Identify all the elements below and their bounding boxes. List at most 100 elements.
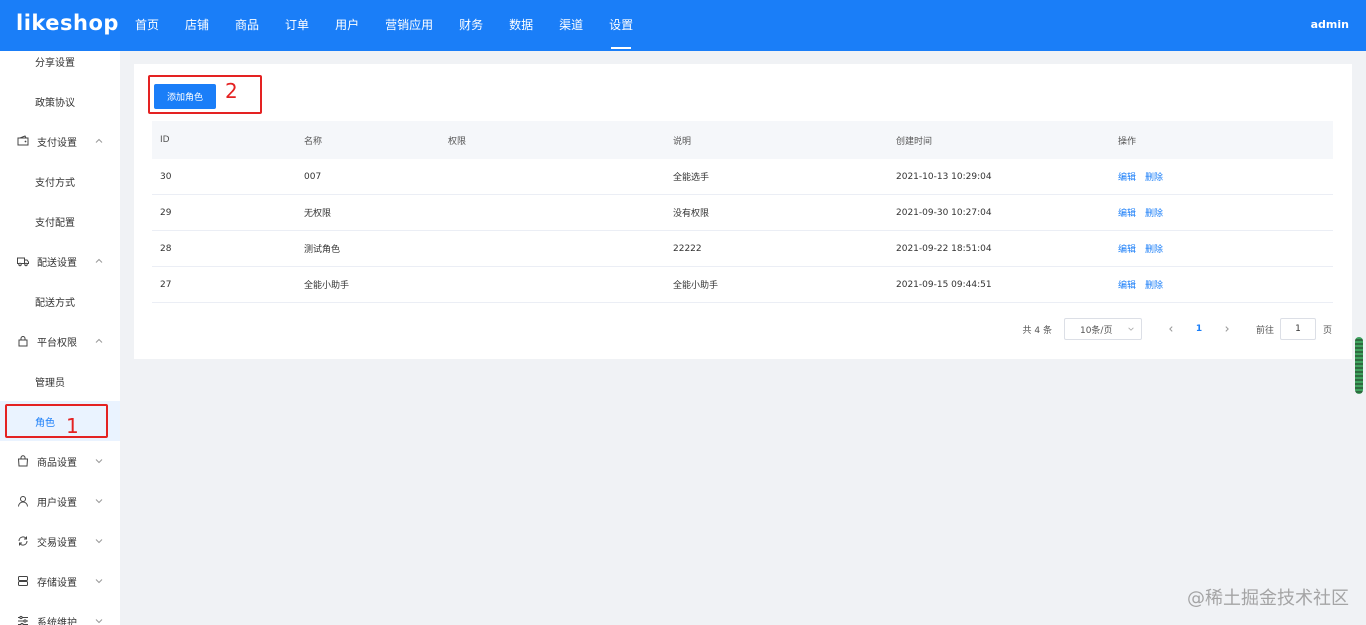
sidebar-item-label: 支付方式 [35, 177, 75, 189]
sidebar-item-policy[interactable]: 政策协议 [0, 81, 120, 121]
sidebar-item-label: 管理员 [35, 377, 65, 389]
sidebar-item-payment-config[interactable]: 支付配置 [0, 201, 120, 241]
sidebar-group-delivery[interactable]: 配送设置 [0, 241, 120, 281]
sidebar-group-platform-permissions[interactable]: 平台权限 [0, 321, 120, 361]
payment-icon [17, 135, 29, 146]
tools-icon [18, 615, 28, 625]
annotation-label-1: 1 [66, 414, 79, 438]
cell-description: 全能选手 [673, 173, 710, 183]
pagination: 共 4 条 10条/页 1 前往 页 [1023, 318, 1332, 340]
bag-icon [17, 455, 29, 467]
sidebar-item-share-settings[interactable]: 分享设置 [0, 51, 120, 81]
chevron-right-icon [1225, 326, 1229, 332]
nav-item-users[interactable]: 用户 [322, 0, 372, 51]
chevron-down-icon [1128, 327, 1134, 331]
column-header-id: ID [160, 135, 170, 145]
page-size-select[interactable]: 10条/页 [1063, 318, 1142, 340]
app-logo[interactable]: likeshop [16, 11, 119, 35]
table-row: 29 无权限 没有权限 2021-09-30 10:27:04 编辑 删除 [152, 195, 1333, 231]
column-header-actions: 操作 [1118, 136, 1137, 147]
sidebar-item-label: 交易设置 [37, 537, 77, 549]
edit-link[interactable]: 编辑 [1118, 242, 1136, 255]
sidebar-group-user-settings[interactable]: 用户设置 [0, 481, 120, 521]
nav-item-settings[interactable]: 设置 [596, 0, 646, 51]
page-scrollbar[interactable] [1355, 337, 1363, 394]
edit-link[interactable]: 编辑 [1118, 170, 1136, 183]
user-menu[interactable]: admin [1311, 18, 1349, 31]
sidebar-item-label: 配送设置 [37, 257, 77, 269]
chevron-down-icon [95, 499, 103, 504]
cell-description: 22222 [673, 243, 702, 254]
nav-item-shop[interactable]: 店铺 [172, 0, 222, 51]
cell-name: 全能小助手 [304, 281, 350, 291]
edit-link[interactable]: 编辑 [1118, 206, 1136, 219]
nav-item-home[interactable]: 首页 [122, 0, 172, 51]
nav-item-goods[interactable]: 商品 [222, 0, 272, 51]
sidebar-group-system-maintenance[interactable]: 系统维护 [0, 601, 120, 625]
truck-icon [17, 257, 29, 267]
goto-unit: 页 [1322, 325, 1332, 336]
sidebar-group-trade-settings[interactable]: 交易设置 [0, 521, 120, 561]
cell-actions: 编辑 删除 [1118, 267, 1172, 302]
lock-icon [18, 336, 28, 347]
sidebar-item-label: 商品设置 [37, 457, 77, 469]
sidebar-item-delivery-methods[interactable]: 配送方式 [0, 281, 120, 321]
sidebar-item-label: 存储设置 [37, 577, 77, 589]
storage-icon [18, 576, 28, 586]
sidebar-item-label: 配送方式 [35, 297, 75, 309]
edit-link[interactable]: 编辑 [1118, 278, 1136, 291]
delete-link[interactable]: 删除 [1145, 170, 1163, 183]
user-icon [18, 496, 28, 507]
pagination-total: 共 4 条 [1022, 325, 1052, 336]
delete-link[interactable]: 删除 [1145, 242, 1163, 255]
chevron-left-icon [1169, 326, 1173, 332]
annotation-label-2: 2 [225, 79, 238, 103]
sidebar-group-goods-settings[interactable]: 商品设置 [0, 441, 120, 481]
sidebar-item-admins[interactable]: 管理员 [0, 361, 120, 401]
sidebar-item-roles[interactable]: 角色 [0, 401, 120, 441]
goto-page-input[interactable] [1279, 318, 1316, 340]
cell-id: 30 [160, 171, 172, 182]
add-role-button[interactable]: 添加角色 [154, 84, 216, 109]
nav-item-channels[interactable]: 渠道 [546, 0, 596, 51]
cell-name: 无权限 [304, 209, 332, 219]
sidebar-group-storage-settings[interactable]: 存储设置 [0, 561, 120, 601]
sidebar-item-label: 系统维护 [37, 617, 77, 625]
sidebar-group-payment[interactable]: 支付设置 [0, 121, 120, 161]
cell-created-time: 2021-09-22 18:51:04 [896, 243, 992, 254]
delete-link[interactable]: 删除 [1145, 206, 1163, 219]
page-number-button[interactable]: 1 [1188, 318, 1210, 340]
sidebar-item-label: 政策协议 [35, 97, 75, 109]
table-row: 28 测试角色 22222 2021-09-22 18:51:04 编辑 删除 [152, 231, 1333, 267]
sidebar-item-label: 平台权限 [37, 337, 77, 349]
cell-created-time: 2021-10-13 10:29:04 [896, 171, 992, 182]
sidebar-item-label: 用户设置 [37, 497, 77, 509]
cell-name: 测试角色 [304, 245, 341, 255]
main-nav: 首页 店铺 商品 订单 用户 营销应用 财务 数据 渠道 设置 [122, 0, 646, 51]
sidebar-item-label: 分享设置 [35, 57, 75, 69]
column-header-name: 名称 [304, 136, 323, 147]
chevron-up-icon [95, 138, 103, 143]
cell-created-time: 2021-09-30 10:27:04 [896, 207, 992, 218]
nav-item-orders[interactable]: 订单 [272, 0, 322, 51]
prev-page-button[interactable] [1160, 318, 1182, 340]
cell-actions: 编辑 删除 [1118, 231, 1172, 266]
cell-description: 全能小助手 [673, 281, 719, 291]
delete-link[interactable]: 删除 [1145, 278, 1163, 291]
cell-id: 28 [160, 243, 172, 254]
page-size-value: 10条/页 [1079, 325, 1113, 336]
column-header-created-time: 创建时间 [896, 136, 933, 147]
goto-label: 前往 [1255, 325, 1274, 336]
chevron-down-icon [95, 459, 103, 464]
next-page-button[interactable] [1216, 318, 1238, 340]
cell-actions: 编辑 删除 [1118, 195, 1172, 230]
sidebar-item-label: 支付配置 [35, 217, 75, 229]
cell-id: 29 [160, 207, 172, 218]
sidebar-item-payment-methods[interactable]: 支付方式 [0, 161, 120, 201]
nav-item-marketing[interactable]: 营销应用 [372, 0, 446, 51]
cell-id: 27 [160, 279, 172, 290]
nav-item-data[interactable]: 数据 [496, 0, 546, 51]
nav-item-finance[interactable]: 财务 [446, 0, 496, 51]
roles-table: ID 名称 权限 说明 创建时间 操作 30 007 全能选手 2021-10-… [152, 121, 1333, 303]
top-navbar: likeshop 首页 店铺 商品 订单 用户 营销应用 财务 数据 渠道 设置… [0, 0, 1366, 51]
